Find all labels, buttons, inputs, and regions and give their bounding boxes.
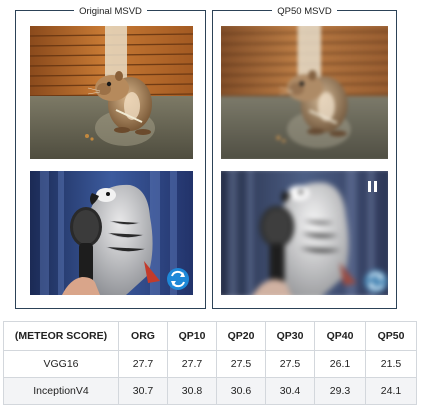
header-qp50: QP50 [365, 321, 417, 351]
chipmunk-image [30, 26, 193, 159]
original-msvd-panel: Original MSVD [15, 6, 206, 309]
original-panel-title-wrap: Original MSVD [16, 4, 205, 18]
table-header-row: (METEOR SCORE) ORG QP10 QP20 QP30 QP40 Q… [3, 321, 417, 351]
score-cell: 30.8 [167, 377, 217, 405]
original-panel-title: Original MSVD [74, 6, 147, 17]
qp50-chipmunk-frame [221, 26, 388, 159]
model-name-cell: VGG16 [3, 350, 119, 378]
score-cell: 24.1 [365, 377, 417, 405]
score-cell: 21.5 [365, 350, 417, 378]
pause-icon[interactable] [368, 181, 378, 192]
header-metric: (METEOR SCORE) [3, 321, 119, 351]
score-cell: 30.6 [216, 377, 266, 405]
table-row: VGG16 27.7 27.7 27.5 27.5 26.1 21.5 [3, 350, 417, 378]
qp50-parrot-frame [221, 171, 388, 295]
score-cell: 29.3 [314, 377, 366, 405]
original-chipmunk-frame [30, 26, 193, 159]
header-org: ORG [118, 321, 168, 351]
model-name-cell: InceptionV4 [3, 377, 119, 405]
qp50-panel-title-wrap: QP50 MSVD [213, 4, 396, 18]
meteor-score-table: (METEOR SCORE) ORG QP10 QP20 QP30 QP40 Q… [3, 321, 417, 405]
qp50-panel-title: QP50 MSVD [272, 6, 337, 17]
header-qp20: QP20 [216, 321, 266, 351]
replay-arrows-icon[interactable] [167, 269, 189, 291]
header-qp40: QP40 [314, 321, 366, 351]
header-qp10: QP10 [167, 321, 217, 351]
header-qp30: QP30 [265, 321, 315, 351]
score-cell: 30.7 [118, 377, 168, 405]
score-cell: 30.4 [265, 377, 315, 405]
score-cell: 26.1 [314, 350, 366, 378]
qp50-msvd-panel: QP50 MSVD [212, 6, 397, 309]
replay-arrows-icon[interactable] [362, 269, 384, 291]
table-row: InceptionV4 30.7 30.8 30.6 30.4 29.3 24.… [3, 377, 417, 405]
score-cell: 27.7 [118, 350, 168, 378]
score-cell: 27.5 [265, 350, 315, 378]
original-parrot-frame [30, 171, 193, 295]
score-cell: 27.5 [216, 350, 266, 378]
score-cell: 27.7 [167, 350, 217, 378]
chipmunk-image-compressed [221, 26, 388, 159]
